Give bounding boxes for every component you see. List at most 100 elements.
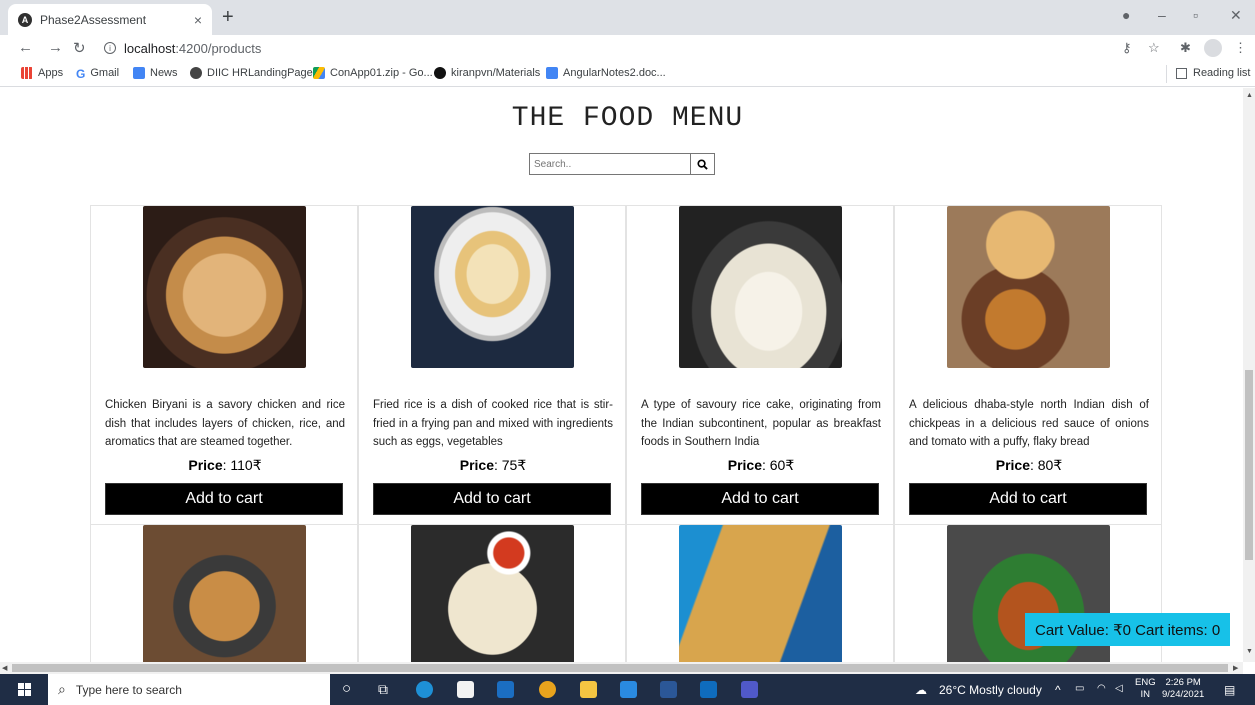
word-icon[interactable] [660,681,677,698]
scroll-right-icon[interactable]: ▶ [1233,664,1238,672]
tab-strip: A Phase2Assessment × + ● – ▫ ✕ [0,0,1255,35]
paneer-curry-image [143,525,306,662]
bookmark-gmail[interactable]: G Gmail [76,67,119,81]
tray-chevron-icon[interactable]: ^ [1055,683,1061,697]
product-price: Price: 80₹ [995,457,1063,473]
bookmarks-bar: Apps G Gmail News DIIC HRLandingPage ConA… [0,61,1255,87]
outlook-icon[interactable] [700,681,717,698]
bookmark-apps[interactable]: Apps [21,67,63,79]
product-price: Price: 60₹ [727,457,795,473]
search-icon [697,158,708,170]
search-button[interactable] [691,153,715,175]
product-description: A type of savoury rice cake, originating… [641,399,881,448]
docs-icon [546,67,558,79]
scroll-left-icon[interactable]: ◀ [2,664,7,672]
minimize-icon[interactable]: – [1158,7,1166,23]
site-info-icon[interactable]: i [104,42,116,54]
weather-text[interactable]: 26°C Mostly cloudy [939,683,1042,697]
key-icon[interactable]: ⚷ [1122,40,1132,56]
product-description: Chicken Biryani is a savory chicken and … [105,399,345,448]
add-to-cart-button[interactable]: Add to cart [373,483,611,515]
horizontal-scroll-thumb[interactable] [12,664,1228,672]
page-title: THE FOOD MENU [511,103,744,134]
add-to-cart-button[interactable]: Add to cart [105,483,343,515]
horizontal-scrollbar[interactable]: ◀ ▶ [0,662,1243,674]
store-icon[interactable] [457,681,474,698]
product-card: A delicious dhaba-style north Indian dis… [894,205,1162,525]
mail-icon[interactable] [497,681,514,698]
maximize-icon[interactable]: ▫ [1193,7,1198,23]
profile-menu-icon[interactable]: ● [1122,7,1130,23]
reload-icon[interactable]: ↻ [73,39,86,57]
bookmark-github[interactable]: kiranpvn/Materials [434,67,540,79]
address-bar[interactable]: i localhost:4200/products [96,37,1136,59]
vertical-scrollbar[interactable]: ▲ ▼ [1243,88,1255,662]
page-viewport: THE FOOD MENU Chicken Biryani is a savor… [0,88,1243,662]
teams-icon[interactable] [741,681,758,698]
fried-rice-image [411,206,574,368]
volume-icon[interactable]: ◁ [1115,683,1123,694]
bookmark-conapp[interactable]: ConApp01.zip - Go... [313,67,433,79]
product-description: Fried rice is a dish of cooked rice that… [373,399,613,448]
product-card [358,524,626,662]
tab-title: Phase2Assessment [40,12,147,27]
momos-image [411,525,574,662]
reading-list-button[interactable]: Reading list [1176,67,1250,79]
network-icon[interactable]: ▭ [1075,683,1084,694]
add-to-cart-button[interactable]: Add to cart [641,483,879,515]
file-explorer-icon[interactable] [580,681,597,698]
github-icon [434,67,446,79]
reading-list-icon [1176,67,1187,79]
search-bar [529,153,715,175]
language-indicator[interactable]: ENG IN [1135,677,1156,701]
wifi-icon[interactable]: ◠ [1097,683,1106,694]
avatar[interactable] [1204,39,1222,57]
clock[interactable]: 2:26 PM 9/24/2021 [1162,677,1204,701]
bookmark-news[interactable]: News [133,67,178,79]
chicken-biryani-image [143,206,306,368]
windows-taskbar: ⌕ Type here to search ○ ⧉ ☁ 26°C Mostly … [0,674,1255,705]
browser-toolbar: ← → ↻ i localhost:4200/products ⚷ ☆ ✱ ⋮ [0,35,1255,61]
vertical-scroll-thumb[interactable] [1245,370,1253,560]
product-price: Price: 75₹ [459,457,527,473]
chole-bhature-image [947,206,1110,368]
new-tab-button[interactable]: + [222,6,234,29]
task-view-icon[interactable]: ⧉ [378,681,388,698]
product-card: A type of savoury rice cake, originating… [626,205,894,525]
globe-icon [190,67,202,79]
cart-summary-badge[interactable]: Cart Value: ₹0 Cart items: 0 [1025,613,1231,646]
url-path: :4200/products [175,40,262,56]
extensions-icon[interactable]: ✱ [1180,40,1191,56]
vscode-icon[interactable] [620,681,637,698]
notification-icon[interactable]: ▤ [1224,683,1235,697]
close-window-icon[interactable]: ✕ [1230,7,1242,24]
bookmark-star-icon[interactable]: ☆ [1148,40,1160,56]
search-icon: ⌕ [58,681,66,697]
apps-grid-icon [21,67,33,79]
taskbar-search-placeholder: Type here to search [75,682,182,697]
windows-start-icon[interactable] [18,683,31,696]
idli-image [679,206,842,368]
forward-icon[interactable]: → [48,39,63,56]
scroll-down-icon[interactable]: ▼ [1246,648,1253,655]
product-card: Chicken Biryani is a savory chicken and … [90,205,358,525]
weather-icon[interactable]: ☁ [915,683,927,697]
cortana-icon[interactable]: ○ [342,680,351,697]
bookmarks-divider [1166,65,1167,83]
drive-icon [313,67,325,79]
browser-tab[interactable]: A Phase2Assessment × [8,4,212,35]
menu-dots-icon[interactable]: ⋮ [1234,40,1247,56]
add-to-cart-button[interactable]: Add to cart [909,483,1147,515]
bookmark-angularnotes[interactable]: AngularNotes2.doc... [546,67,666,79]
product-price: Price: 110₹ [188,457,262,473]
tab-close-icon[interactable]: × [194,12,202,28]
bookmark-diic[interactable]: DIIC HRLandingPage [190,67,313,79]
back-icon[interactable]: ← [18,39,33,56]
scroll-up-icon[interactable]: ▲ [1246,92,1253,99]
news-icon [133,67,145,79]
taskbar-search-box[interactable]: ⌕ Type here to search [48,674,330,705]
chrome-icon[interactable] [539,681,556,698]
edge-icon[interactable] [416,681,433,698]
product-card [90,524,358,662]
search-input[interactable] [529,153,691,175]
